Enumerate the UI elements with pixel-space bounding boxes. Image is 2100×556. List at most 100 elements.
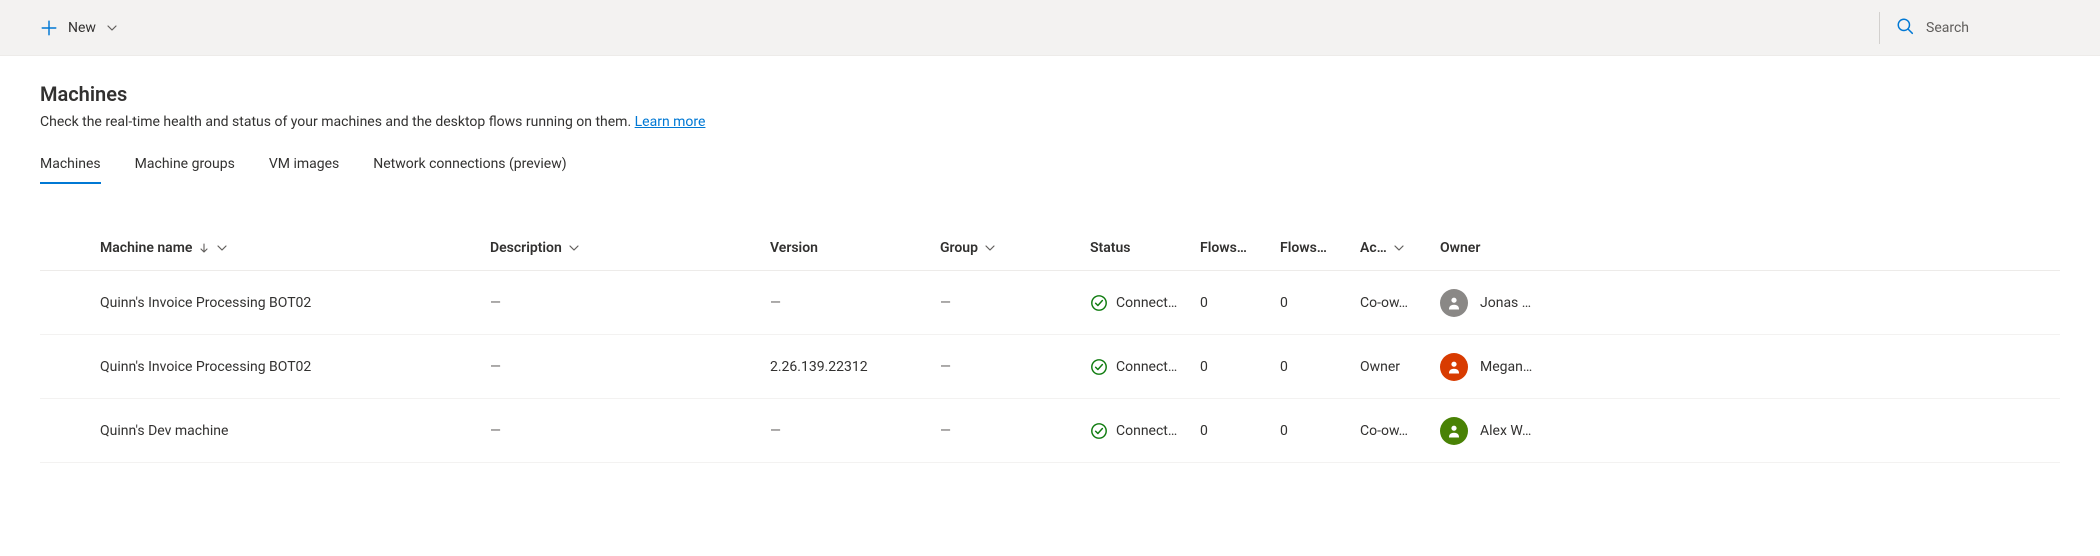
cell-flows-queued: 0 [1280,295,1360,311]
cell-flows-running: 0 [1200,423,1280,439]
page-subtitle-text: Check the real-time health and status of… [40,114,635,130]
command-bar: New Search [0,0,2100,56]
status-text: Connect… [1116,295,1177,311]
col-version-label: Version [770,240,818,256]
learn-more-link[interactable]: Learn more [635,114,706,130]
machine-name-text: Quinn's Dev machine [100,423,228,439]
cell-version: — [770,423,940,439]
status-text: Connect… [1116,423,1177,439]
version-text: 2.26.139.22312 [770,359,868,375]
col-group-label: Group [940,240,978,256]
cell-version: 2.26.139.22312 [770,359,940,375]
group-text: — [940,359,951,375]
version-text: — [770,295,781,311]
chevron-down-icon [216,242,228,254]
cell-owner[interactable]: Megan… [1440,353,2020,381]
flows-queued-text: 0 [1280,359,1288,375]
description-text: — [490,359,501,375]
flows-running-text: 0 [1200,359,1208,375]
flows-running-text: 0 [1200,423,1208,439]
page-content: Machines Check the real-time health and … [0,56,2100,463]
access-text: Co-ow… [1360,423,1408,439]
cell-status: Connect… [1090,294,1200,312]
status-connected-icon [1090,358,1108,376]
group-text: — [940,423,951,439]
tab-label: Machines [40,156,101,172]
tab-machines[interactable]: Machines [40,148,101,184]
tab-netconn[interactable]: Network connections (preview) [373,148,566,184]
col-access[interactable]: Ac… [1360,240,1440,256]
chevron-down-icon [984,242,996,254]
tab-label: VM images [269,156,339,172]
access-text: Co-ow… [1360,295,1408,311]
flows-queued-text: 0 [1280,295,1288,311]
cell-owner[interactable]: Jonas … [1440,289,2020,317]
cell-version: — [770,295,940,311]
cell-description: — [490,423,770,439]
cell-status: Connect… [1090,422,1200,440]
status-connected-icon [1090,422,1108,440]
col-owner[interactable]: Owner [1440,240,2020,256]
status-connected-icon [1090,294,1108,312]
status-text: Connect… [1116,359,1177,375]
description-text: — [490,295,501,311]
tab-label: Machine groups [135,156,235,172]
cell-machine-name[interactable]: Quinn's Invoice Processing BOT02 [100,359,490,375]
avatar [1440,289,1468,317]
col-version[interactable]: Version [770,240,940,256]
command-bar-divider [1879,12,1880,44]
cell-description: — [490,295,770,311]
cell-description: — [490,359,770,375]
avatar [1440,417,1468,445]
avatar [1440,353,1468,381]
col-status-label: Status [1090,240,1130,256]
plus-icon [40,19,58,37]
col-owner-label: Owner [1440,240,1480,256]
col-flows-queued-label: Flows… [1280,240,1327,256]
page-title: Machines [40,82,2060,106]
cell-status: Connect… [1090,358,1200,376]
table-row[interactable]: Quinn's Invoice Processing BOT02 — 2.26.13… [40,335,2060,399]
owner-name-text: Megan… [1480,359,1532,375]
table-header-row: Machine name Description Version Group [40,225,2060,271]
col-status[interactable]: Status [1090,240,1200,256]
version-text: — [770,423,781,439]
table-row[interactable]: Quinn's Invoice Processing BOT02———Conne… [40,271,2060,335]
new-button-label: New [68,20,96,36]
description-text: — [490,423,501,439]
cell-flows-queued: 0 [1280,423,1360,439]
cell-access: Co-ow… [1360,295,1440,311]
col-description[interactable]: Description [490,240,770,256]
cell-group: — [940,359,1090,375]
new-button[interactable]: New [40,19,118,37]
cell-flows-queued: 0 [1280,359,1360,375]
chevron-down-icon [568,242,580,254]
search-placeholder: Search [1926,20,1969,36]
chevron-down-icon [106,22,118,34]
cell-machine-name[interactable]: Quinn's Invoice Processing BOT02 [100,295,490,311]
col-description-label: Description [490,240,562,256]
col-flows-running[interactable]: Flows… [1200,240,1280,256]
cell-access: Co-ow… [1360,423,1440,439]
col-flows-queued[interactable]: Flows… [1280,240,1360,256]
owner-name-text: Alex W… [1480,423,1531,439]
flows-queued-text: 0 [1280,423,1288,439]
machine-name-text: Quinn's Invoice Processing BOT02 [100,359,311,375]
tab-groups[interactable]: Machine groups [135,148,235,184]
cell-access: Owner [1360,359,1440,375]
chevron-down-icon [1393,242,1405,254]
col-machine-name[interactable]: Machine name [100,240,490,256]
col-group[interactable]: Group [940,240,1090,256]
group-text: — [940,295,951,311]
col-machine-name-label: Machine name [100,240,192,256]
search-input[interactable]: Search [1890,13,2070,43]
machines-table: Machine name Description Version Group [40,225,2060,463]
table-row[interactable]: Quinn's Dev machine — — — Connect… 0 0 Co-ow… Al… [40,399,2060,463]
cell-flows-running: 0 [1200,359,1280,375]
flows-running-text: 0 [1200,295,1208,311]
tab-vmimages[interactable]: VM images [269,148,339,184]
page-subtitle: Check the real-time health and status of… [40,114,2060,130]
owner-name-text: Jonas … [1480,295,1531,311]
cell-machine-name[interactable]: Quinn's Dev machine [100,423,490,439]
cell-owner[interactable]: Alex W… [1440,417,2020,445]
